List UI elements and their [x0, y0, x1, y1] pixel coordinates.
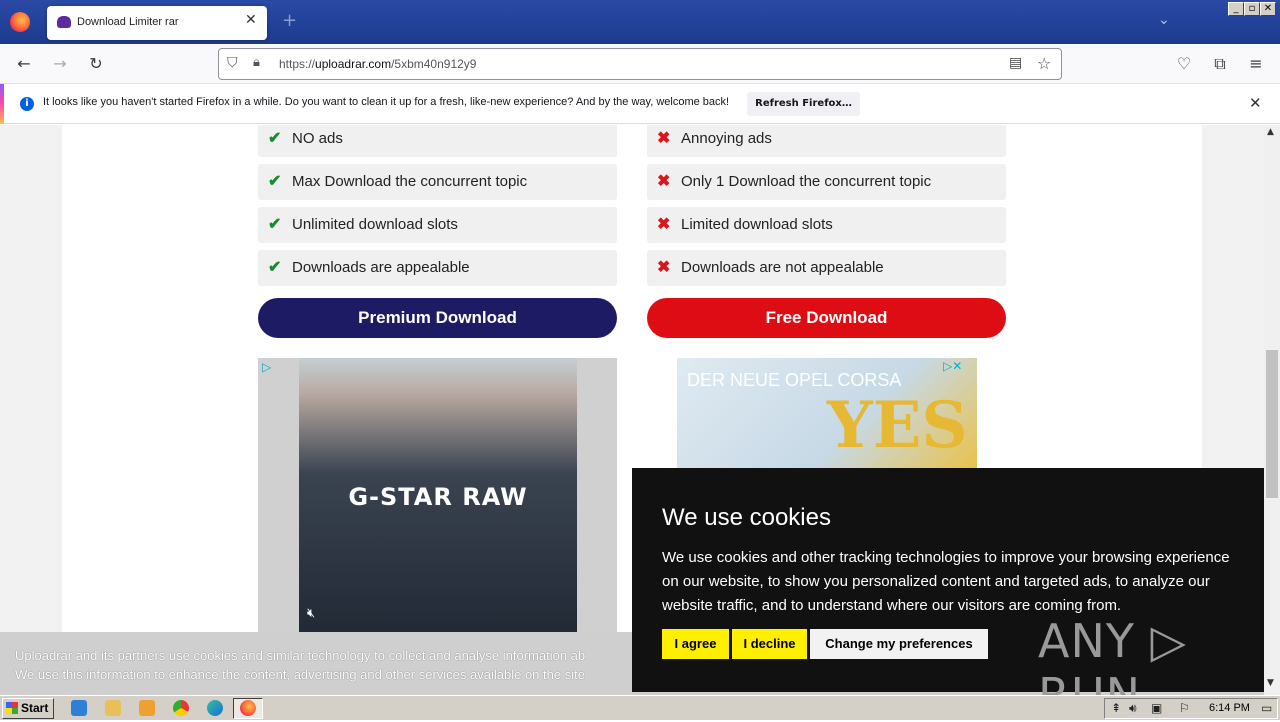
check-icon: ✔	[268, 173, 282, 190]
check-icon: ✔	[268, 130, 282, 147]
close-window-button[interactable]: ✕	[1260, 2, 1276, 16]
cross-icon: ✖	[657, 216, 671, 233]
firefox-logo-icon[interactable]	[10, 12, 30, 32]
cookie-decline-button[interactable]: I decline	[732, 629, 807, 659]
extensions-icon[interactable]: ⧉	[1210, 54, 1230, 74]
consent-strip-line: Uploadrar and its partners use cookies a…	[15, 648, 586, 663]
premium-feature-item: ✔ Max Download the concurrent topic	[258, 164, 617, 200]
tab-close-icon[interactable]: ✕	[245, 12, 257, 28]
forward-icon[interactable]: →	[50, 54, 70, 73]
ad-right[interactable]: YES DER NEUE OPEL CORSA ▷✕	[677, 358, 977, 468]
url-bar[interactable]: ⛉ 🔒︎ https://uploadrar.com/5xbm40n912y9 …	[218, 48, 1062, 80]
chrome-icon[interactable]	[173, 700, 189, 716]
system-tray: ⇞ 🔊︎ ▣ ⚐ 6:14 PM ▭	[1104, 698, 1278, 719]
cookie-preferences-button[interactable]: Change my preferences	[810, 629, 988, 659]
tray-expand-icon[interactable]: ⇞	[1111, 701, 1121, 715]
pocket-icon[interactable]: ♡	[1174, 54, 1194, 73]
check-icon: ✔	[268, 216, 282, 233]
tab-favicon-icon	[57, 16, 71, 28]
media-player-icon[interactable]	[139, 700, 155, 716]
ad-title: DER NEUE OPEL CORSA	[687, 370, 902, 390]
start-button[interactable]: Start	[2, 698, 54, 719]
tab-active[interactable]: Download Limiter rar ✕	[47, 6, 267, 40]
network-icon[interactable]: ▣	[1151, 701, 1162, 715]
refresh-firefox-button[interactable]: Refresh Firefox…	[747, 92, 860, 116]
check-icon: ✔	[268, 259, 282, 276]
start-label: Start	[21, 701, 49, 715]
windows-flag-icon	[6, 702, 18, 714]
tab-title: Download Limiter rar	[77, 16, 179, 28]
reload-icon[interactable]: ↻	[86, 54, 106, 73]
url-text[interactable]: https://uploadrar.com/5xbm40n912y9	[279, 57, 476, 71]
cookie-agree-button[interactable]: I agree	[662, 629, 729, 659]
mute-icon[interactable]: 🔇︎	[307, 606, 315, 621]
reader-view-icon[interactable]: ▤	[1009, 55, 1022, 71]
explorer-icon[interactable]	[105, 700, 121, 716]
free-feature-item: ✖ Downloads are not appealable	[647, 250, 1006, 286]
notification-bar: i It looks like you haven't started Fire…	[0, 84, 1280, 124]
action-center-flag-icon[interactable]: ⚐	[1179, 701, 1190, 715]
clock[interactable]: 6:14 PM	[1209, 702, 1250, 714]
back-icon[interactable]: ←	[14, 54, 34, 73]
cookie-popup: We use cookies We use cookies and other …	[632, 468, 1264, 722]
ad-brand-text: G-STAR RAW	[348, 483, 528, 511]
menu-icon[interactable]: ≡	[1246, 54, 1266, 73]
notification-text: It looks like you haven't started Firefo…	[43, 96, 730, 108]
page-scrollbar[interactable]: ▲ ▼	[1264, 125, 1280, 695]
show-desktop-icon[interactable]: ▭	[1261, 701, 1272, 715]
lock-icon[interactable]: 🔒︎	[253, 55, 260, 70]
cross-icon: ✖	[657, 130, 671, 147]
premium-feature-item: ✔ Unlimited download slots	[258, 207, 617, 243]
scroll-up-icon[interactable]: ▲	[1267, 127, 1274, 137]
navigation-bar: ← → ↻ ⛉ 🔒︎ https://uploadrar.com/5xbm40n…	[0, 44, 1280, 84]
ad-left[interactable]: ▷ G-STAR RAW 🔇︎	[258, 358, 617, 648]
maximize-button[interactable]: ▫	[1244, 2, 1260, 16]
bookmark-star-icon[interactable]: ☆	[1037, 54, 1051, 73]
new-tab-icon[interactable]: +	[282, 10, 297, 31]
cookie-body: We use cookies and other tracking techno…	[662, 549, 1230, 614]
adchoices-icon[interactable]: ▷	[262, 360, 271, 374]
tracking-shield-icon[interactable]: ⛉	[227, 55, 238, 71]
minimize-button[interactable]: _	[1228, 2, 1244, 16]
notification-close-icon[interactable]: ✕	[1249, 94, 1262, 112]
consent-strip-line: We use this information to enhance the c…	[15, 667, 585, 682]
cross-icon: ✖	[657, 173, 671, 190]
list-all-tabs-icon[interactable]: ⌄	[1158, 12, 1170, 28]
firefox-icon	[240, 700, 256, 716]
free-download-button[interactable]: Free Download	[647, 298, 1006, 338]
premium-download-button[interactable]: Premium Download	[258, 298, 617, 338]
scroll-down-icon[interactable]: ▼	[1267, 678, 1274, 688]
premium-feature-item: ✔ Downloads are appealable	[258, 250, 617, 286]
free-feature-item: ✖ Limited download slots	[647, 207, 1006, 243]
firefox-task-button[interactable]	[233, 698, 263, 719]
notification-accent	[0, 84, 4, 124]
ad-close-icon[interactable]: ▷✕	[943, 359, 962, 373]
edge-icon[interactable]	[207, 700, 223, 716]
free-feature-item: ✖ Only 1 Download the concurrent topic	[647, 164, 1006, 200]
premium-feature-item: ✔ NO ads	[258, 125, 617, 157]
ad-art-text: YES	[827, 388, 968, 463]
ad-video[interactable]: G-STAR RAW 🔇︎	[299, 358, 577, 648]
taskbar: Start ⇞ 🔊︎ ▣ ⚐ 6:14 PM ▭	[0, 695, 1280, 720]
ie-icon[interactable]	[71, 700, 87, 716]
cookie-title: We use cookies	[662, 504, 831, 531]
info-icon: i	[20, 97, 34, 111]
scroll-thumb[interactable]	[1266, 350, 1278, 498]
tab-bar: Download Limiter rar ✕ + ⌄ _ ▫ ✕	[0, 0, 1280, 44]
volume-icon[interactable]: 🔊︎	[1129, 701, 1137, 716]
free-feature-item: ✖ Annoying ads	[647, 125, 1006, 157]
cross-icon: ✖	[657, 259, 671, 276]
